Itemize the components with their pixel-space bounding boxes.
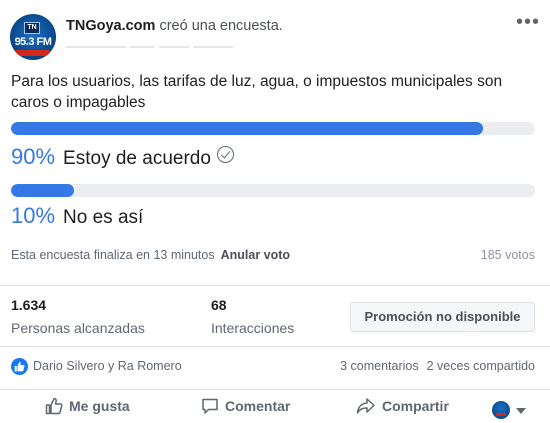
reactors-text[interactable]: Dario Silvero y Ra Romero [33, 359, 182, 373]
like-button[interactable]: Me gusta [45, 397, 130, 421]
divider [0, 346, 550, 347]
poll-option-2-percent: 10% [11, 203, 56, 228]
poll-option-1-label: Estoy de acuerdo [63, 148, 211, 169]
comments-count[interactable]: 3 comentarios [340, 359, 419, 373]
page-name-link[interactable]: TNGoya.com [66, 18, 155, 34]
thumbs-up-icon [45, 397, 63, 415]
engagement-counts: 3 comentarios 2 veces compartido [340, 359, 535, 373]
poll-option-2[interactable]: 10% No es así [11, 203, 143, 231]
profile-chooser[interactable] [492, 400, 536, 420]
comment-icon [202, 398, 218, 414]
promotion-button[interactable]: Promoción no disponible [350, 302, 535, 332]
like-button-label: Me gusta [69, 398, 130, 414]
reach-value: 1.634 [11, 297, 47, 313]
interactions-value: 68 [211, 297, 227, 313]
avatar-frequency: 95.3 FM [14, 36, 52, 48]
interactions-stat[interactable]: 68 Interacciones [211, 297, 294, 336]
post-action-text: creó una encuesta. [155, 18, 283, 34]
chevron-down-icon [516, 408, 526, 414]
poll-option-1-bar[interactable] [11, 122, 535, 135]
undo-vote-link[interactable]: Anular voto [221, 248, 290, 262]
poll-question: Para los usuarios, las tarifas de luz, a… [11, 73, 503, 111]
page-avatar[interactable]: TN 95.3 FM [10, 14, 56, 60]
reach-label: Personas alcanzadas [11, 320, 145, 336]
poll-vote-count[interactable]: 185 votos [481, 248, 535, 262]
voted-check-icon [216, 146, 234, 163]
share-icon [356, 398, 375, 414]
poll-option-1[interactable]: 90% Estoy de acuerdo [11, 144, 234, 172]
reach-stat[interactable]: 1.634 Personas alcanzadas [11, 297, 145, 336]
comment-button[interactable]: Comentar [201, 397, 290, 421]
page-mini-avatar [492, 401, 510, 419]
comment-button-label: Comentar [225, 398, 291, 414]
post-card: TN 95.3 FM TNGoya.com creó una encuesta.… [0, 0, 550, 423]
avatar-stripe [16, 50, 50, 56]
poll-option-1-fill [11, 122, 483, 135]
avatar-badge: TN [24, 22, 40, 34]
poll-option-2-bar[interactable] [11, 184, 535, 197]
interactions-label: Interacciones [211, 320, 295, 336]
divider [0, 285, 550, 286]
share-button-label: Compartir [382, 398, 449, 414]
post-header: TNGoya.com creó una encuesta. [66, 18, 283, 34]
like-reaction-icon[interactable] [11, 358, 28, 375]
poll-option-2-fill [11, 184, 74, 197]
poll-ends-text: Esta encuesta finaliza en 13 minutos [11, 248, 215, 262]
poll-footer: Esta encuesta finaliza en 13 minutos Anul… [11, 248, 535, 262]
divider [0, 389, 550, 390]
post-meta-placeholder [66, 38, 296, 48]
poll-option-2-label: No es así [63, 207, 144, 228]
shares-count[interactable]: 2 veces compartido [427, 359, 535, 373]
more-options-icon[interactable]: ••• [516, 12, 539, 32]
poll-option-1-percent: 90% [11, 144, 56, 169]
share-button[interactable]: Compartir [356, 397, 449, 421]
